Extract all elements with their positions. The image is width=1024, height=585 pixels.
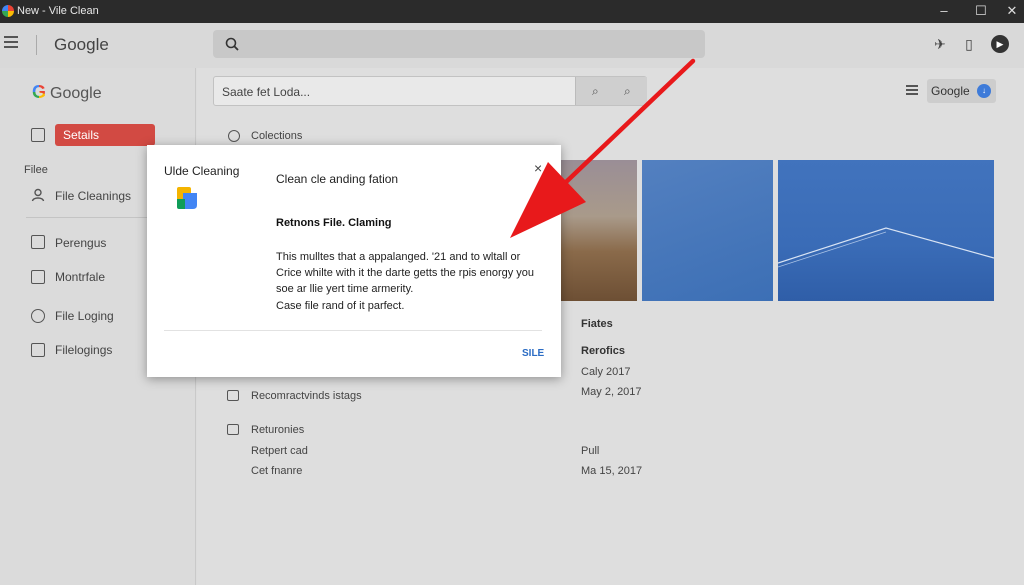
- sidebar-section-label: Filee: [24, 164, 48, 176]
- app-icon: [2, 5, 14, 17]
- dialog-body-line: Crice whilte with it the darte getts the…: [276, 267, 535, 279]
- dialog-subheading: Retnons File. Claming: [276, 217, 392, 229]
- list-menu-icon[interactable]: [906, 85, 918, 95]
- account-badge-icon: ↓: [977, 84, 991, 98]
- dialog-body-line: This mulltes that a appalanged. '21 and …: [276, 251, 521, 263]
- dialog-body-line: Case file rand of it parfect.: [276, 300, 405, 312]
- row-retpert[interactable]: Retpert cad: [251, 445, 308, 457]
- cleaning-dialog: Ulde Cleaning Clean cle anding fation × …: [147, 145, 561, 377]
- sidebar-item-filelogings[interactable]: Filelogings: [55, 343, 112, 357]
- sidebar-item-file-loging[interactable]: File Loging: [55, 309, 114, 323]
- tag-icon: [227, 390, 239, 401]
- top-search-input[interactable]: [213, 30, 705, 58]
- google-logo: G Google: [32, 82, 102, 102]
- mail-icon: [227, 424, 239, 435]
- landscape-thumbnail[interactable]: [557, 160, 637, 301]
- row-recommendations[interactable]: Recomractvinds istags: [251, 390, 362, 402]
- dialog-divider: [164, 330, 542, 331]
- date-cell: Ma 15, 2017: [581, 465, 643, 477]
- top-bar: Google ✈ ▯ ▶: [0, 23, 1024, 68]
- row-cet[interactable]: Cet fnanre: [251, 465, 302, 477]
- close-window-icon[interactable]: ✕: [1002, 2, 1022, 20]
- brand-label: Google: [54, 35, 109, 54]
- blue-thumbnail[interactable]: [642, 160, 773, 301]
- divider: [36, 35, 37, 55]
- date-cell: May 2, 2017: [581, 386, 642, 398]
- zoom-icon[interactable]: ⌕: [592, 84, 599, 99]
- date-cell: Caly 2017: [581, 366, 631, 378]
- maximize-icon[interactable]: ☐: [971, 2, 991, 20]
- search-buttons: ⌕ ⌕: [575, 77, 647, 105]
- window-title: New - Vile Clean: [17, 5, 99, 17]
- blue-lines-thumbnail[interactable]: [778, 160, 994, 301]
- search-icon[interactable]: ⌕: [624, 84, 631, 99]
- menu-icon[interactable]: [4, 36, 18, 48]
- account-chip-label: Google: [931, 84, 970, 98]
- shield-icon: [31, 309, 45, 323]
- info-icon: [228, 130, 240, 142]
- document-icon: [31, 128, 45, 142]
- sidebar-item-file-cleanings[interactable]: File Cleanings: [55, 189, 131, 203]
- fiates-heading: Fiates: [581, 318, 613, 330]
- dialog-app-name: Ulde Cleaning: [164, 164, 240, 178]
- sidebar-item-perengus[interactable]: Perengus: [55, 236, 106, 250]
- search-icon: [225, 37, 239, 51]
- row-returnies[interactable]: Returonies: [251, 424, 304, 436]
- thumbnail-lines: [778, 227, 994, 268]
- inbox-icon: [31, 235, 45, 249]
- user-icon: [31, 188, 45, 202]
- printer-icon: [31, 343, 45, 357]
- window-titlebar: New - Vile Clean – ☐ ✕: [0, 0, 1024, 23]
- bookmark-icon[interactable]: ▯: [960, 35, 978, 53]
- minimize-icon[interactable]: –: [934, 2, 954, 20]
- collections-label: Colections: [251, 130, 303, 142]
- grid-icon: [31, 270, 45, 284]
- sidebar-item-setails[interactable]: Setails: [55, 124, 155, 146]
- reroflcs-heading: Rerofics: [581, 345, 626, 357]
- sidebar-divider: [26, 217, 156, 218]
- drive-logo-icon: [177, 187, 197, 209]
- dialog-body-line: soe ar llie yert time armerity.: [276, 283, 414, 295]
- play-icon[interactable]: ▶: [991, 35, 1009, 53]
- dialog-action-button[interactable]: SILE: [522, 348, 544, 359]
- pin-icon[interactable]: ✈: [931, 35, 949, 53]
- sidebar-item-montrfale[interactable]: Montrfale: [55, 270, 105, 284]
- dialog-heading: Clean cle anding fation: [276, 172, 399, 186]
- pull-cell: Pull: [581, 445, 600, 457]
- close-icon[interactable]: ×: [534, 160, 542, 176]
- account-chip[interactable]: Google ↓: [927, 79, 996, 103]
